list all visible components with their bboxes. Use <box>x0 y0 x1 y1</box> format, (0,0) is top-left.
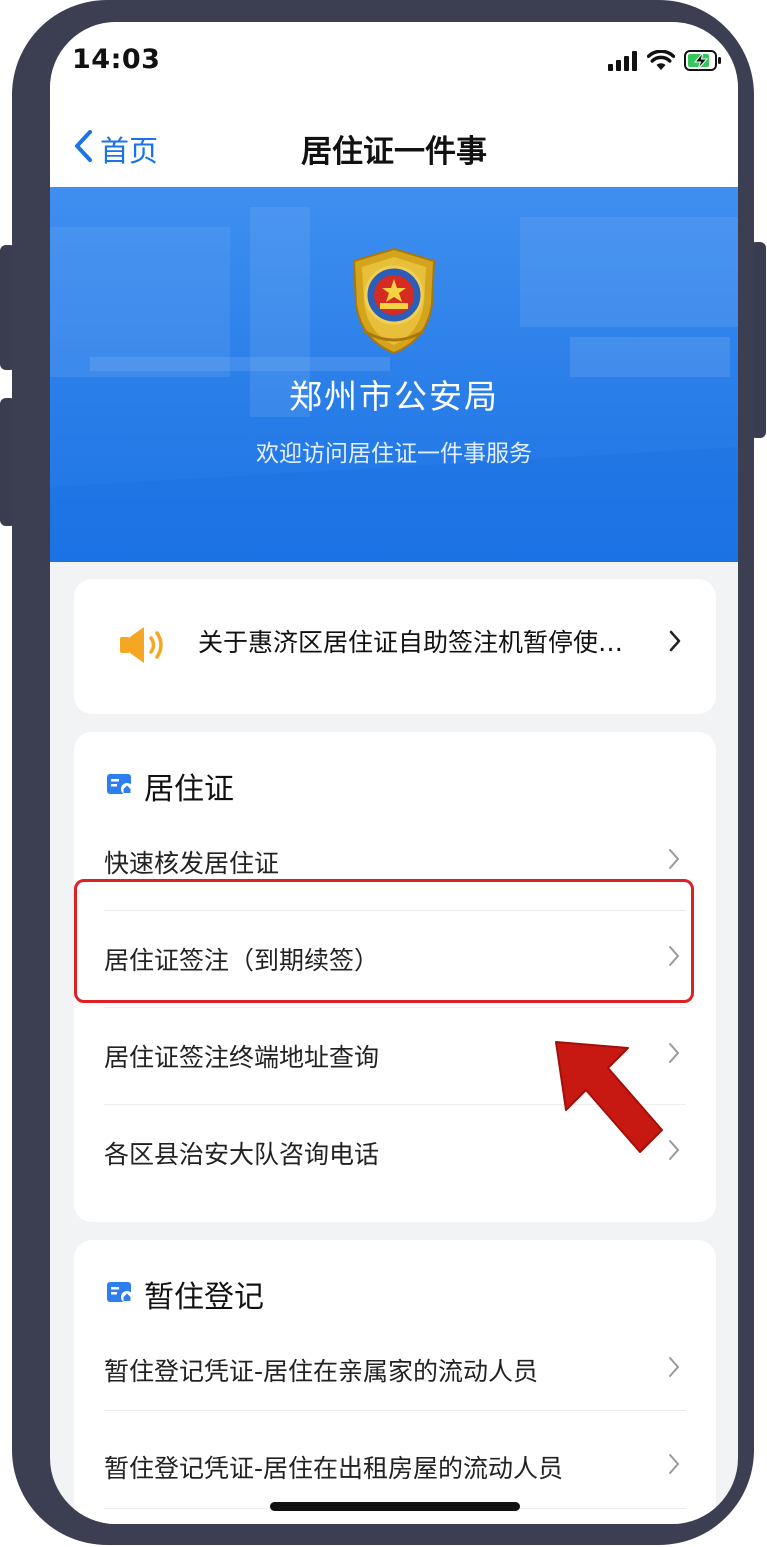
notice-text: 关于惠济区居住证自助签注机暂停使… <box>198 628 624 657</box>
divider <box>104 1410 686 1411</box>
annotation-arrow-icon <box>550 1032 670 1166</box>
list-item-label: 各区县治安大队咨询电话 <box>104 1140 380 1169</box>
id-card-icon <box>106 1277 134 1312</box>
highlight-box <box>74 879 694 1003</box>
chevron-right-icon <box>668 848 680 874</box>
speaker-icon <box>118 625 166 669</box>
list-item-label: 暂住登记凭证-居住在出租房屋的流动人员 <box>104 1454 564 1483</box>
id-card-icon <box>106 769 134 804</box>
list-item-label: 快速核发居住证 <box>104 849 280 878</box>
list-item-label: 居住证签注终端地址查询 <box>104 1043 380 1072</box>
section-header: 居住证 <box>106 764 234 808</box>
signal-icon <box>608 51 638 75</box>
section-title: 居住证 <box>144 772 234 807</box>
list-item-rental-house[interactable]: 暂住登记凭证-居住在出租房屋的流动人员 <box>104 1419 686 1515</box>
chevron-right-icon <box>668 1356 680 1382</box>
banner-subtitle: 欢迎访问居住证一件事服务 <box>256 441 532 467</box>
section-title: 暂住登记 <box>144 1280 264 1315</box>
banner-title: 郑州市公安局 <box>289 377 499 416</box>
section-header: 暂住登记 <box>106 1272 264 1316</box>
status-time: 14:03 <box>72 44 161 75</box>
chevron-right-icon <box>668 629 682 657</box>
navigation-bar: 首页 居住证一件事 <box>50 102 738 187</box>
phone-screen: 14:03 首页 居住证一件事 郑州市公安局 欢迎访问居住证一件事服务 关于惠济… <box>50 22 738 1524</box>
header-banner: 郑州市公安局 欢迎访问居住证一件事服务 <box>50 187 738 562</box>
list-item-label: 暂住登记凭证-居住在亲属家的流动人员 <box>104 1357 539 1386</box>
home-indicator <box>270 1502 520 1511</box>
list-item-relatives-home[interactable]: 暂住登记凭证-居住在亲属家的流动人员 <box>104 1322 686 1418</box>
police-emblem-icon <box>342 245 446 361</box>
wifi-icon <box>646 49 676 75</box>
page-title: 居住证一件事 <box>301 134 487 170</box>
status-icons <box>608 49 722 75</box>
notice-card[interactable]: 关于惠济区居住证自助签注机暂停使… <box>74 579 716 714</box>
chevron-right-icon <box>668 1453 680 1479</box>
section-card-temporary-residence: 暂住登记 暂住登记凭证-居住在亲属家的流动人员 暂住登记凭证-居住在出租房屋的流… <box>74 1240 716 1524</box>
status-bar: 14:03 <box>50 22 738 102</box>
battery-charging-icon <box>684 50 722 75</box>
phone-frame: 14:03 首页 居住证一件事 郑州市公安局 欢迎访问居住证一件事服务 关于惠济… <box>12 0 754 1545</box>
